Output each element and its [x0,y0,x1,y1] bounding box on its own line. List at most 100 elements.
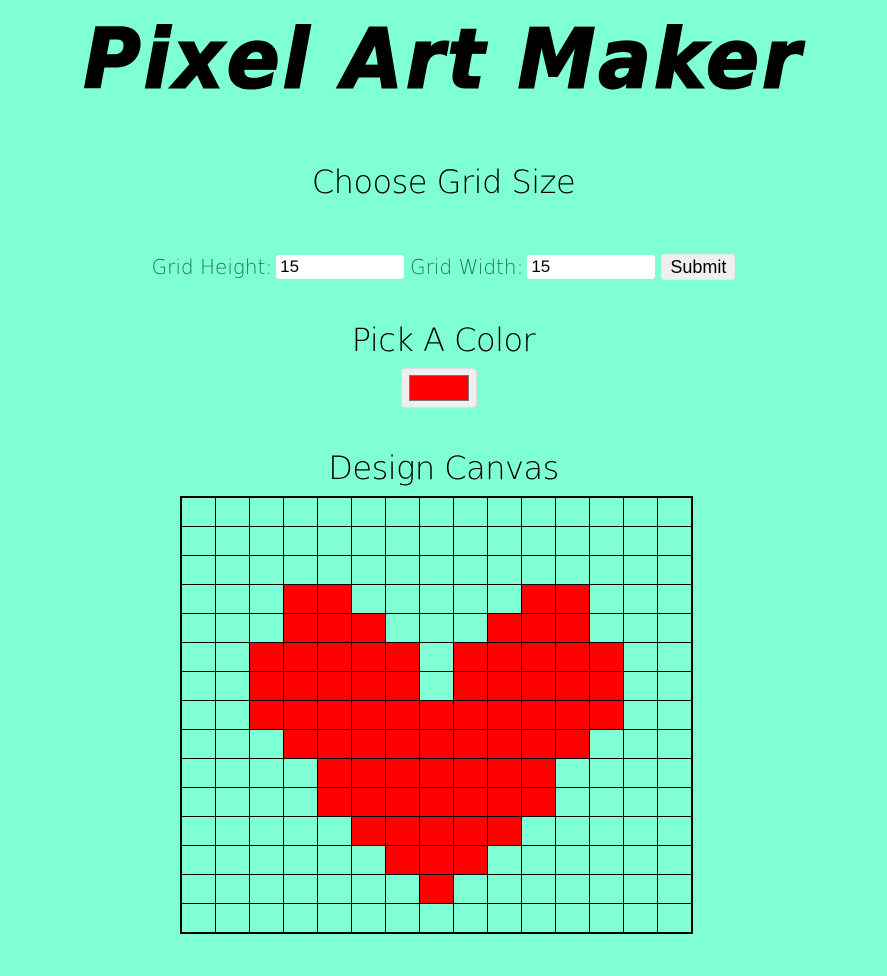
canvas-cell[interactable] [453,584,488,614]
canvas-cell[interactable] [215,584,250,614]
canvas-cell[interactable] [351,642,386,672]
canvas-cell[interactable] [589,613,624,643]
canvas-cell[interactable] [283,845,318,875]
canvas-cell[interactable] [180,671,216,701]
canvas-cell[interactable] [385,700,420,730]
canvas-cell[interactable] [657,613,693,643]
canvas-cell[interactable] [215,874,250,904]
canvas-cell[interactable] [317,874,352,904]
canvas-cell[interactable] [249,874,284,904]
canvas-cell[interactable] [283,700,318,730]
canvas-cell[interactable] [419,496,454,527]
canvas-cell[interactable] [589,671,624,701]
canvas-cell[interactable] [180,787,216,817]
canvas-cell[interactable] [317,845,352,875]
canvas-cell[interactable] [453,758,488,788]
canvas-cell[interactable] [487,845,522,875]
canvas-cell[interactable] [317,787,352,817]
canvas-cell[interactable] [589,903,624,934]
canvas-cell[interactable] [351,526,386,556]
canvas-cell[interactable] [521,671,556,701]
canvas-cell[interactable] [555,729,590,759]
canvas-cell[interactable] [215,845,250,875]
canvas-cell[interactable] [657,787,693,817]
canvas-cell[interactable] [555,671,590,701]
canvas-cell[interactable] [555,874,590,904]
canvas-cell[interactable] [249,671,284,701]
canvas-cell[interactable] [351,758,386,788]
canvas-cell[interactable] [249,729,284,759]
canvas-cell[interactable] [180,729,216,759]
canvas-cell[interactable] [215,700,250,730]
canvas-cell[interactable] [555,584,590,614]
canvas-cell[interactable] [317,758,352,788]
canvas-cell[interactable] [453,526,488,556]
canvas-cell[interactable] [351,700,386,730]
canvas-cell[interactable] [487,496,522,527]
canvas-cell[interactable] [555,700,590,730]
canvas-cell[interactable] [657,555,693,585]
canvas-cell[interactable] [419,729,454,759]
canvas-cell[interactable] [385,584,420,614]
canvas-cell[interactable] [623,613,658,643]
canvas-cell[interactable] [487,584,522,614]
canvas-cell[interactable] [249,526,284,556]
canvas-cell[interactable] [283,584,318,614]
canvas-cell[interactable] [555,642,590,672]
canvas-cell[interactable] [385,758,420,788]
canvas-cell[interactable] [487,642,522,672]
canvas-cell[interactable] [453,496,488,527]
canvas-cell[interactable] [317,642,352,672]
canvas-cell[interactable] [623,555,658,585]
canvas-cell[interactable] [487,526,522,556]
canvas-cell[interactable] [385,874,420,904]
canvas-cell[interactable] [487,555,522,585]
canvas-cell[interactable] [317,613,352,643]
canvas-cell[interactable] [249,903,284,934]
canvas-cell[interactable] [283,555,318,585]
canvas-cell[interactable] [249,845,284,875]
canvas-cell[interactable] [283,671,318,701]
canvas-cell[interactable] [215,729,250,759]
canvas-cell[interactable] [180,584,216,614]
canvas-cell[interactable] [283,903,318,934]
canvas-cell[interactable] [351,816,386,846]
canvas-cell[interactable] [453,555,488,585]
canvas-cell[interactable] [589,758,624,788]
canvas-cell[interactable] [453,729,488,759]
canvas-cell[interactable] [623,526,658,556]
canvas-cell[interactable] [385,845,420,875]
canvas-cell[interactable] [317,903,352,934]
canvas-cell[interactable] [351,613,386,643]
canvas-cell[interactable] [419,555,454,585]
canvas-cell[interactable] [351,874,386,904]
grid-width-input[interactable] [527,255,656,279]
canvas-cell[interactable] [419,700,454,730]
canvas-cell[interactable] [249,758,284,788]
canvas-cell[interactable] [249,613,284,643]
canvas-cell[interactable] [215,671,250,701]
canvas-cell[interactable] [521,526,556,556]
canvas-cell[interactable] [657,496,693,527]
canvas-cell[interactable] [657,816,693,846]
canvas-cell[interactable] [385,526,420,556]
canvas-cell[interactable] [657,729,693,759]
canvas-cell[interactable] [487,671,522,701]
canvas-cell[interactable] [215,613,250,643]
canvas-cell[interactable] [589,816,624,846]
canvas-cell[interactable] [215,816,250,846]
canvas-cell[interactable] [249,496,284,527]
canvas-cell[interactable] [589,526,624,556]
canvas-cell[interactable] [283,816,318,846]
canvas-cell[interactable] [657,584,693,614]
canvas-cell[interactable] [657,845,693,875]
canvas-cell[interactable] [351,845,386,875]
canvas-cell[interactable] [180,816,216,846]
canvas-cell[interactable] [589,729,624,759]
canvas-cell[interactable] [555,816,590,846]
canvas-cell[interactable] [180,642,216,672]
canvas-cell[interactable] [215,903,250,934]
canvas-cell[interactable] [521,642,556,672]
canvas-cell[interactable] [419,671,454,701]
canvas-cell[interactable] [385,816,420,846]
